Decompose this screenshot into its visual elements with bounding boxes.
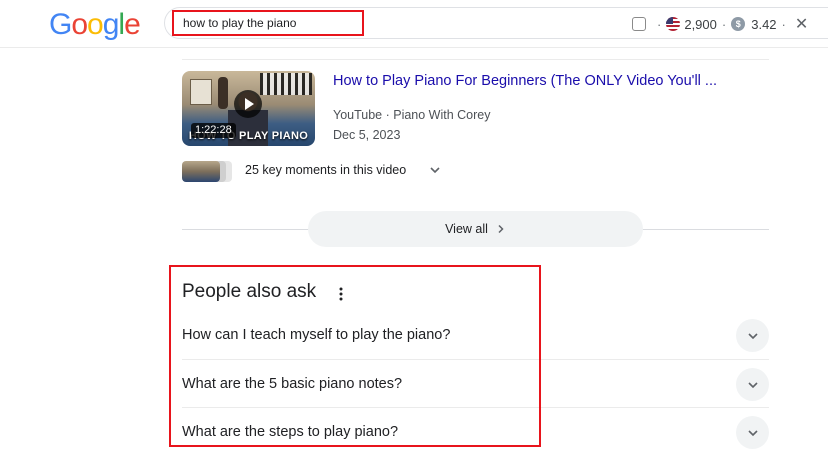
view-all-label: View all: [445, 222, 488, 236]
paa-question: How can I teach myself to play the piano…: [182, 327, 451, 343]
video-source: YouTube · Piano With Corey: [333, 108, 491, 122]
paa-question: What are the 5 basic piano notes?: [182, 376, 403, 392]
people-also-ask-title: People also ask: [182, 281, 317, 302]
separator: ·: [781, 16, 786, 32]
separator: ·: [657, 16, 662, 32]
video-title-link[interactable]: How to Play Piano For Beginners (The ONL…: [333, 73, 717, 89]
us-flag-icon: [666, 17, 681, 31]
paa-question: What are the steps to play piano?: [182, 424, 399, 440]
divider: [182, 59, 769, 60]
key-moments-thumbnails[interactable]: [182, 161, 232, 182]
chevron-down-icon: [747, 332, 758, 339]
keyword-checkbox[interactable]: [632, 17, 646, 31]
logo-letter: G: [49, 8, 72, 41]
dollar-icon: $: [731, 17, 746, 31]
paa-question-row[interactable]: What are the 5 basic piano notes?: [182, 359, 769, 407]
logo-letter: e: [124, 8, 141, 41]
chevron-right-icon: [498, 224, 504, 234]
thumbnail-guitar: [218, 77, 228, 109]
paa-question-row[interactable]: What are the steps to play piano?: [182, 407, 769, 455]
search-input[interactable]: [172, 10, 364, 36]
play-icon[interactable]: [234, 90, 262, 118]
paa-question-row[interactable]: How can I teach myself to play the piano…: [182, 311, 769, 359]
chevron-down-icon: [747, 429, 758, 436]
video-duration: 1:22:28: [191, 123, 236, 138]
expand-button[interactable]: [736, 368, 769, 401]
chevron-down-icon: [747, 381, 758, 388]
keyword-metrics-extension: · 2,900 · $ 3.42 · ✕: [632, 13, 808, 35]
separator: ·: [721, 16, 727, 32]
search-volume: 2,900: [684, 16, 717, 32]
google-logo[interactable]: Google: [49, 8, 141, 41]
expand-button[interactable]: [736, 416, 769, 449]
moment-thumbnail: [182, 161, 220, 182]
chevron-down-icon[interactable]: [428, 163, 442, 177]
key-moments-label[interactable]: 25 key moments in this video: [245, 163, 406, 177]
logo-letter: o: [71, 8, 88, 41]
thumbnail-frame-art: [190, 79, 212, 105]
close-icon[interactable]: ✕: [795, 14, 808, 34]
logo-letter: o: [87, 8, 104, 41]
cpc-value: 3.42: [751, 16, 777, 32]
view-all-button[interactable]: View all: [308, 211, 643, 247]
expand-button[interactable]: [736, 319, 769, 352]
video-date: Dec 5, 2023: [333, 128, 401, 142]
logo-letter: g: [102, 8, 120, 41]
more-options-icon[interactable]: [337, 286, 345, 302]
header: Google · 2,900 · $ 3.42 · ✕: [0, 0, 828, 48]
